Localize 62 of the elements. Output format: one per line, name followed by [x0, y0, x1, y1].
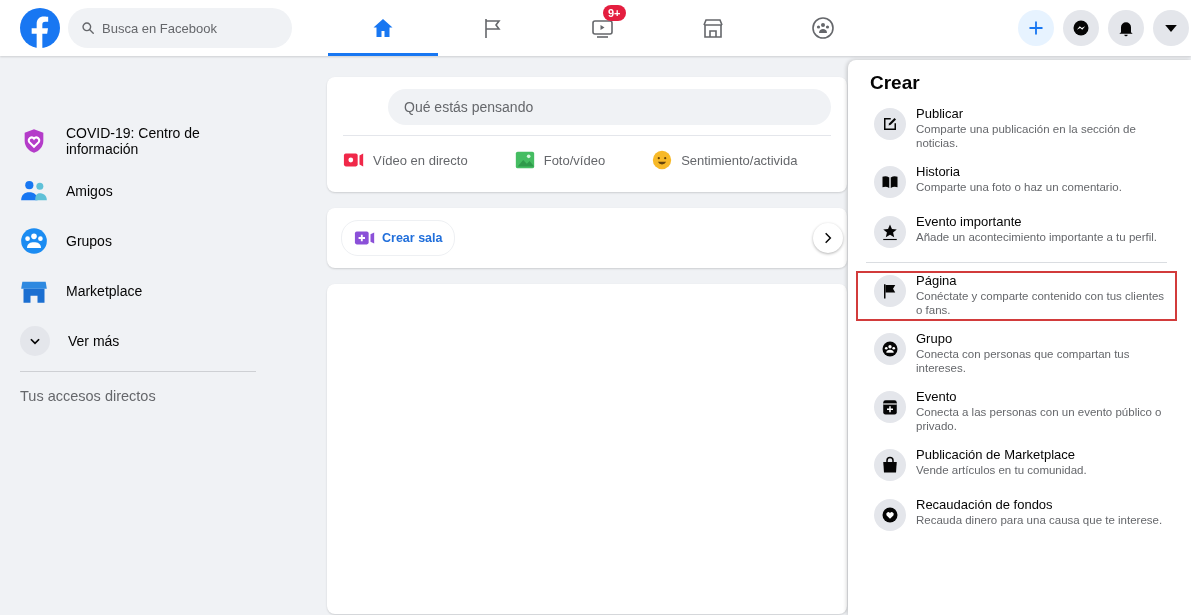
messenger-icon: [1071, 18, 1091, 38]
menu-item-description: Conecta con personas que compartan tus intereses.: [916, 347, 1131, 375]
sidebar-item[interactable]: Amigos: [20, 169, 250, 213]
menu-item-description: Conecta a las personas con un evento público o privado.: [916, 405, 1163, 433]
nav-tab[interactable]: 9+: [548, 0, 658, 56]
star-icon: [881, 223, 899, 241]
search-icon: [81, 21, 95, 35]
menu-item[interactable]: Evento importante Añade un acontecimiento importante a tu perfil.: [856, 212, 1177, 254]
composer-action-button[interactable]: Foto/vídeo: [513, 144, 606, 176]
menu-item-description: Comparte una foto o haz un comentario.: [916, 180, 1123, 194]
photo-icon: [513, 149, 536, 171]
menu-item-description: Vende artículos en tu comunidad.: [916, 463, 1088, 477]
menu-item-title: Recaudación de fondos: [916, 497, 1054, 513]
menu-item-title: Página: [916, 273, 958, 289]
menu-item[interactable]: Historia Comparte una foto o haz un comentario.: [856, 162, 1177, 204]
menu-item-title: Publicación de Marketplace: [916, 447, 1076, 463]
menu-item[interactable]: Evento Conecta a las personas con un evento público o privado.: [856, 387, 1177, 437]
menu-item-description: Recauda dinero para una causa que te interese.: [916, 513, 1164, 527]
home-icon: [371, 16, 395, 40]
plus-icon: [1026, 18, 1046, 38]
menu-item-description: Conéctate y comparte contenido con tus clientes o fans.: [916, 289, 1166, 317]
menu-item-description: Comparte una publicación en la sección de noticias.: [916, 122, 1137, 150]
heart-coin-icon: [881, 506, 899, 524]
group-icon: [811, 16, 835, 40]
menu-item-title: Historia: [916, 164, 962, 180]
caret-icon: [1165, 24, 1177, 32]
see-more-button[interactable]: Ver más: [20, 319, 250, 363]
account-menu-button[interactable]: [1153, 10, 1189, 46]
menu-item-title: Evento: [916, 389, 958, 405]
group-icon: [881, 340, 899, 358]
next-button[interactable]: [813, 223, 843, 253]
sidebar-item[interactable]: Marketplace: [20, 269, 250, 313]
menu-item[interactable]: Publicación de Marketplace Vende artículos en tu comunidad.: [856, 445, 1177, 487]
composer-action-button[interactable]: Sentimiento/activida: [651, 144, 798, 176]
shopping-bag-icon: [881, 456, 899, 474]
store-icon: [701, 16, 725, 40]
sidebar-item[interactable]: Grupos: [20, 219, 250, 263]
notifications-button[interactable]: [1108, 10, 1144, 46]
menu-item[interactable]: Página Conéctate y comparte contenido con tus clientes o fans.: [856, 271, 1177, 321]
composer-action-button[interactable]: Vídeo en directo: [343, 144, 468, 176]
menu-item-description: Añade un acontecimiento importante a tu perfil.: [916, 230, 1158, 244]
menu-item-title: Publicar: [916, 106, 964, 122]
create-room-button[interactable]: Crear sala: [341, 220, 456, 256]
menu-item-title: Evento importante: [916, 214, 1023, 230]
menu-title: Crear: [870, 72, 921, 94]
menu-item[interactable]: Grupo Conecta con personas que compartan tus intereses.: [856, 329, 1177, 379]
calendar-plus-icon: [881, 398, 899, 416]
smiley-icon: [651, 149, 674, 171]
edit-icon: [881, 115, 899, 133]
groups-icon: [20, 227, 48, 255]
menu-item[interactable]: Recaudación de fondos Recauda dinero para una causa que te interese.: [856, 495, 1177, 537]
create-button[interactable]: [1018, 10, 1054, 46]
sidebar-item[interactable]: COVID-19: Centro de información: [20, 119, 250, 163]
book-icon: [881, 173, 899, 191]
menu-item-title: Grupo: [916, 331, 954, 347]
notification-badge: 9+: [603, 5, 626, 21]
menu-item[interactable]: Publicar Comparte una publicación en la sección de noticias.: [856, 104, 1177, 154]
section-title: Tus accesos directos: [20, 388, 157, 404]
logo-icon: [20, 8, 60, 48]
messenger-button[interactable]: [1063, 10, 1099, 46]
post-input-field[interactable]: Qué estás pensando: [388, 89, 831, 125]
search-field[interactable]: Busca en Facebook: [68, 8, 292, 48]
